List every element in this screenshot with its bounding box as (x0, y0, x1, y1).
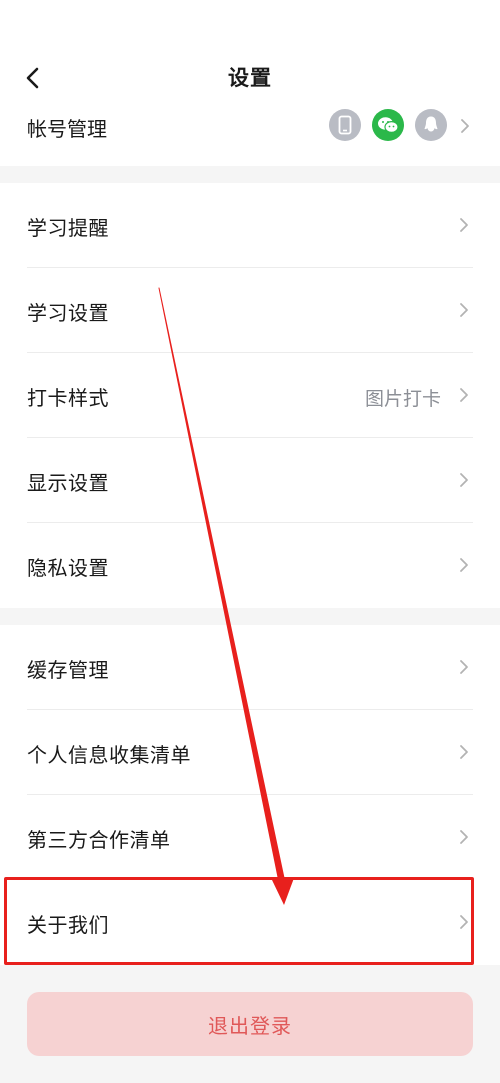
wechat-icon (372, 109, 404, 141)
list-item-personal-info-list[interactable]: 个人信息收集清单 (0, 710, 500, 795)
chevron-right-icon (460, 558, 468, 572)
list-item-cache-management[interactable]: 缓存管理 (0, 625, 500, 710)
checkin-style-value: 图片打卡 (364, 388, 441, 410)
list-item-label: 个人信息收集清单 (27, 743, 191, 767)
chevron-right-icon (460, 473, 468, 487)
logout-button[interactable]: 退出登录 (27, 992, 473, 1056)
list-item-display-settings[interactable]: 显示设置 (0, 438, 500, 523)
list-item-label: 学习设置 (27, 301, 109, 325)
account-management-label: 帐号管理 (27, 117, 107, 141)
chevron-right-icon (460, 745, 468, 759)
list-item-label: 第三方合作清单 (27, 828, 171, 852)
chevron-right-icon (460, 830, 468, 844)
list-item-label: 关于我们 (27, 913, 109, 937)
list-item-privacy-settings[interactable]: 隐私设置 (0, 523, 500, 608)
account-management-row[interactable]: 帐号管理 (0, 105, 500, 147)
list-item-label: 缓存管理 (27, 658, 109, 682)
list-item-label: 显示设置 (27, 471, 109, 495)
list-item-checkin-style[interactable]: 打卡样式 图片打卡 (0, 353, 500, 438)
list-item-label: 打卡样式 (27, 386, 109, 410)
chevron-right-icon (460, 218, 468, 232)
list-item-third-party-list[interactable]: 第三方合作清单 (0, 795, 500, 880)
chevron-right-icon (460, 915, 468, 929)
settings-section-2: 缓存管理 个人信息收集清单 第三方合作清单 关于我们 (0, 625, 500, 965)
chevron-right-icon (461, 119, 469, 133)
phone-icon (329, 109, 361, 141)
page-title: 设置 (228, 66, 272, 90)
list-item-study-settings[interactable]: 学习设置 (0, 268, 500, 353)
settings-header: 设置 帐号管理 (0, 0, 500, 166)
settings-section-1: 学习提醒 学习设置 打卡样式 图片打卡 显示设置 隐私设置 (0, 183, 500, 608)
list-item-about-us[interactable]: 关于我们 (0, 880, 500, 965)
chevron-right-icon (460, 660, 468, 674)
list-item-label: 学习提醒 (27, 216, 109, 240)
chevron-right-icon (460, 303, 468, 317)
chevron-right-icon (460, 388, 468, 402)
list-item-label: 隐私设置 (27, 556, 109, 580)
qq-icon (415, 109, 447, 141)
list-item-study-reminder[interactable]: 学习提醒 (0, 183, 500, 268)
